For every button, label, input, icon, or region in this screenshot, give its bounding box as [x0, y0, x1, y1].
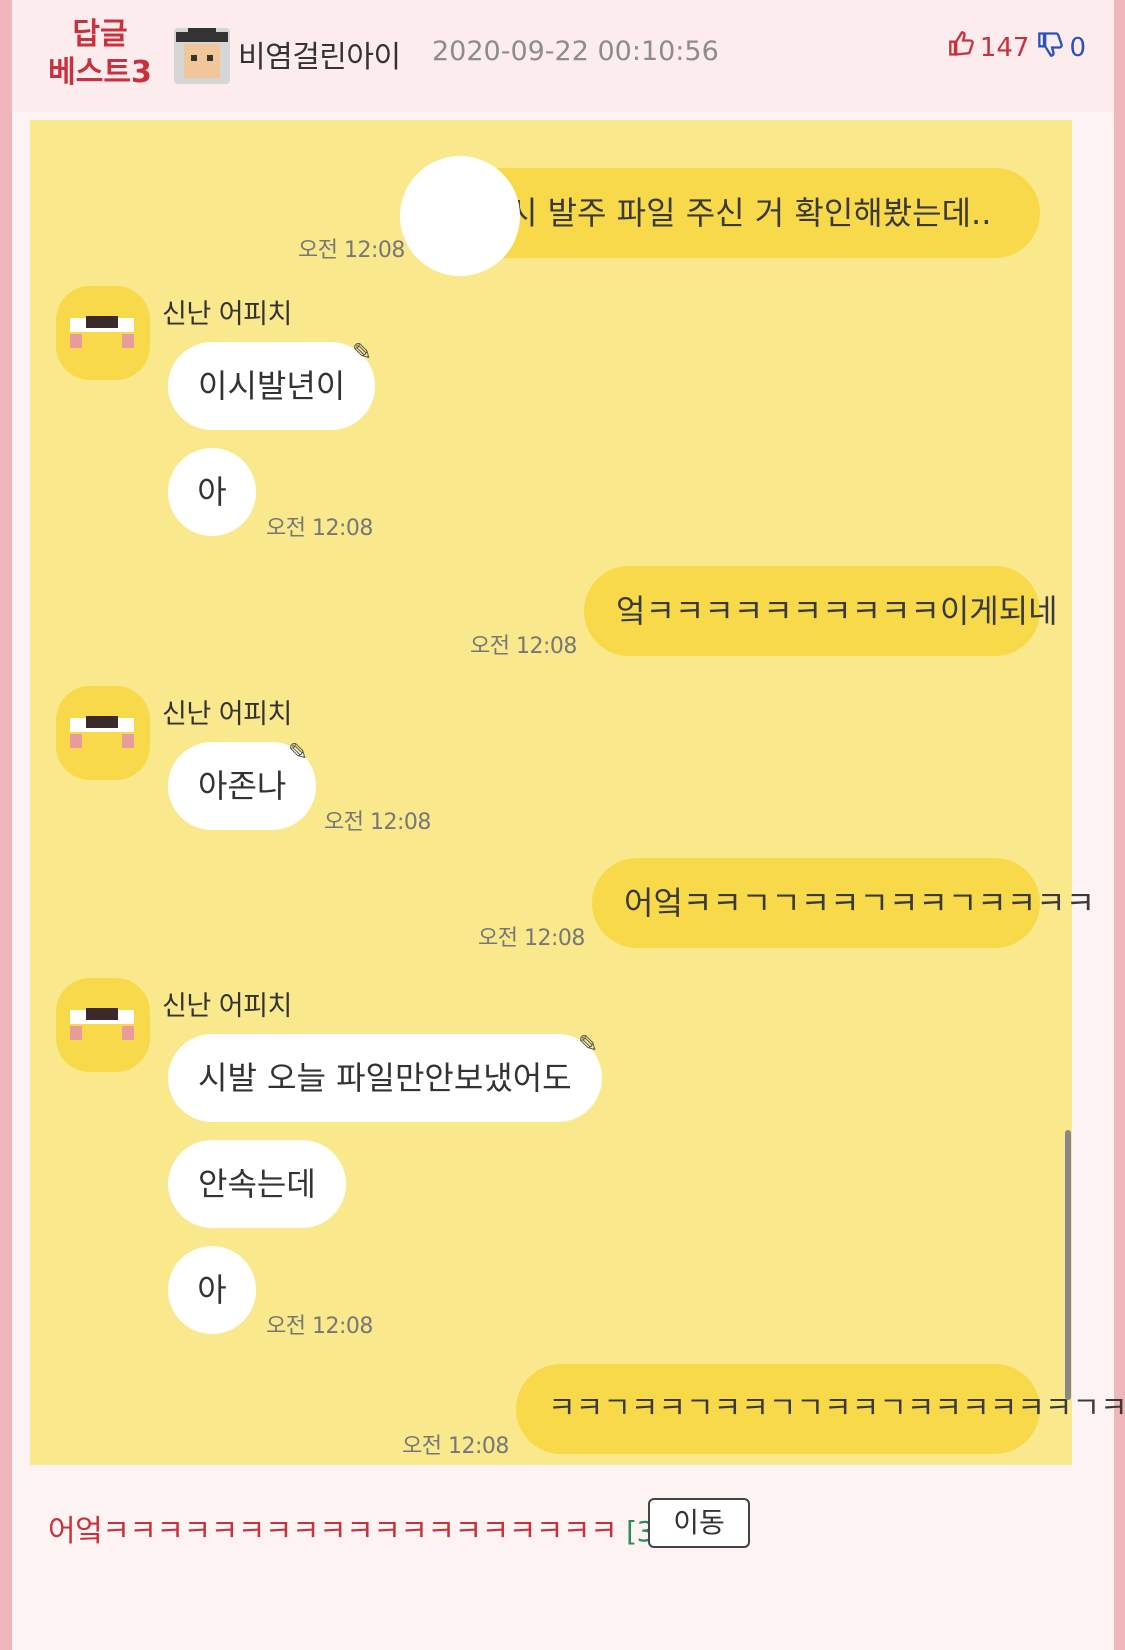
best-label-line1: 답글 [72, 17, 128, 52]
my-message-bubble: 엌ㅋㅋㅋㅋㅋㅋㅋㅋㅋㅋ이게되네 [584, 566, 1058, 656]
my-message-bubble: 어엌ㅋㅋㄱㄱㅋㅋㄱㅋㅋㄱㅋㅋㅋㅋ [592, 858, 1095, 948]
other-message-bubble: 시발 오늘 파일만안보냈어도 [168, 1034, 602, 1122]
message-time: 오전 12:08 [266, 516, 373, 541]
message-text: 아 [197, 1271, 227, 1309]
message-time: 오전 12:08 [266, 1314, 373, 1339]
sender-name: 신난 어피치 [162, 991, 292, 1022]
pin-icon: ✎ [352, 338, 373, 366]
message-time: 오전 12:08 [478, 926, 585, 951]
other-message-bubble: 이시발년이 [168, 342, 376, 430]
pin-icon: ✎ [288, 738, 309, 766]
message-time: 오전 12:08 [324, 810, 431, 835]
my-message-bubble: ㅋㅋㄱㅋㅋㄱㅋㅋㄱㄱㅋㅋㄱㅋㅋㅋㅋㅋㅋㄱㅋ [516, 1364, 1125, 1454]
best-label-line2: 베스트3 [48, 55, 152, 90]
user-avatar[interactable] [174, 28, 230, 84]
message-text: ㅋㅋㄱㅋㅋㄱㅋㅋㄱㄱㅋㅋㄱㅋㅋㅋㅋㅋㅋㄱㅋ [548, 1391, 1125, 1426]
redaction-blot [400, 156, 520, 276]
post-timestamp: 2020-09-22 00:10:56 [432, 36, 719, 67]
message-time: 오전 12:08 [402, 1434, 509, 1459]
message-text: 시발 오늘 파일만안보냈어도 [198, 1059, 572, 1097]
reply-preview[interactable]: 어엌ㅋㅋㅋㅋㅋㅋㅋㅋㅋㅋㅋㅋㅋㅋㅋㅋㅋㅋㅋ [3] [48, 1506, 665, 1550]
username[interactable]: 비염걸린아이 [238, 32, 401, 76]
sender-name: 신난 어피치 [162, 299, 292, 330]
message-text: 어엌ㅋㅋㄱㄱㅋㅋㄱㅋㅋㄱㅋㅋㅋㅋ [624, 884, 1096, 922]
upvote-count: 147 [979, 32, 1030, 63]
scrollbar[interactable] [1065, 1130, 1071, 1400]
message-time: 오전 12:08 [470, 634, 577, 659]
move-button[interactable]: 이동 [648, 1498, 750, 1548]
message-text: 아 [197, 473, 227, 511]
page: 답글 베스트3 비염걸린아이 2020-09-22 00:10:56 147 0… [12, 0, 1125, 1650]
sender-avatar[interactable] [56, 978, 150, 1072]
message-text: 이시발년이 [198, 367, 346, 405]
message-text: 아존나 [198, 767, 287, 805]
message-text: 시 발주 파일 주신 거 확인해봤는데.. [508, 194, 992, 232]
best-reply-label: 답글 베스트3 [36, 16, 164, 92]
pin-icon: ✎ [578, 1030, 599, 1058]
thumbs-down-icon[interactable] [1037, 30, 1065, 65]
sender-avatar[interactable] [56, 286, 150, 380]
message-text: 엌ㅋㅋㅋㅋㅋㅋㅋㅋㅋㅋ이게되네 [616, 592, 1058, 630]
other-message-bubble: 안속는데 [168, 1140, 346, 1228]
message-time: 오전 12:08 [298, 238, 405, 263]
reply-preview-text: 어엌ㅋㅋㅋㅋㅋㅋㅋㅋㅋㅋㅋㅋㅋㅋㅋㅋㅋㅋㅋ [48, 1514, 618, 1549]
vote-area: 147 0 [948, 30, 1086, 65]
sender-name: 신난 어피치 [162, 699, 292, 730]
message-text: 안속는데 [198, 1165, 316, 1203]
other-message-bubble: 아 [168, 448, 256, 536]
downvote-count: 0 [1069, 32, 1086, 63]
chat-screenshot: 시 발주 파일 주신 거 확인해봤는데.. 오전 12:08 신난 어피치 이시… [30, 120, 1125, 1465]
thumbs-up-icon[interactable] [948, 30, 976, 65]
sender-avatar[interactable] [56, 686, 150, 780]
reply-header: 답글 베스트3 비염걸린아이 2020-09-22 00:10:56 147 0 [12, 0, 1114, 112]
other-message-bubble: 아 [168, 1246, 256, 1334]
